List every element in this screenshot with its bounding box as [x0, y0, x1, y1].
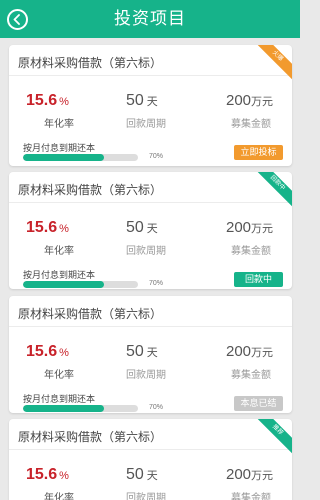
- raise-amount: 200万元: [226, 343, 273, 361]
- days-value: 50: [126, 92, 144, 109]
- project-title: 原材料采购借款（第六标）: [18, 56, 163, 70]
- repaying-button[interactable]: 回款中: [234, 272, 283, 287]
- rate-value: 15.6: [26, 92, 58, 109]
- app-header: 投资项目: [0, 0, 300, 38]
- progress-bar: [23, 405, 138, 412]
- rate-label: 年化率: [44, 493, 74, 500]
- repayment-period: 50 天: [126, 92, 158, 110]
- rate-unit: %: [59, 96, 69, 108]
- rate-value: 15.6: [26, 219, 58, 236]
- invest-now-button[interactable]: 立即投标: [234, 145, 283, 160]
- days-value: 50: [126, 219, 144, 236]
- days-unit: 天: [146, 347, 158, 359]
- rate-label: 年化率: [44, 370, 74, 381]
- amount-value: 200: [226, 219, 252, 236]
- card-divider: [9, 326, 292, 327]
- progress-percent: 70%: [149, 280, 164, 287]
- project-title: 原材料采购借款（第六标）: [18, 307, 163, 321]
- project-title: 原材料采购借款（第六标）: [18, 183, 163, 197]
- repayment-method: 按月付息到期还本: [23, 270, 96, 280]
- amount-unit: 万元: [251, 223, 274, 235]
- days-unit: 天: [146, 470, 158, 482]
- progress-percent: 70%: [149, 404, 164, 411]
- progress-bar: [23, 281, 138, 288]
- raise-amount: 200万元: [226, 92, 273, 110]
- repayment-method: 按月付息到期还本: [23, 394, 96, 404]
- amount-label: 募集金额: [231, 493, 271, 500]
- days-label: 回款周期: [126, 119, 166, 130]
- progress-bar: [23, 154, 138, 161]
- rate-unit: %: [59, 470, 69, 482]
- project-card[interactable]: 原材料采购借款（第六标） 15.6% 年化率 50 天 回款周期 200万元 募集…: [9, 296, 292, 413]
- project-card[interactable]: 原材料采购借款（第六标） 回款中 15.6% 年化率 50 天 回款周期 200万…: [9, 172, 292, 289]
- rate-label: 年化率: [44, 119, 74, 130]
- progress-percent: 70%: [149, 153, 164, 160]
- repayment-period: 50 天: [126, 219, 158, 237]
- amount-value: 200: [226, 343, 252, 360]
- rate-unit: %: [59, 223, 69, 235]
- days-value: 50: [126, 343, 144, 360]
- days-unit: 天: [146, 96, 158, 108]
- card-divider: [9, 449, 292, 450]
- annual-rate: 15.6%: [26, 92, 69, 110]
- progress-fill: [23, 281, 104, 288]
- card-divider: [9, 75, 292, 76]
- amount-unit: 万元: [251, 347, 274, 359]
- amount-unit: 万元: [251, 96, 274, 108]
- rate-value: 15.6: [26, 343, 58, 360]
- amount-value: 200: [226, 466, 252, 483]
- annual-rate: 15.6%: [26, 219, 69, 237]
- annual-rate: 15.6%: [26, 343, 69, 361]
- card-divider: [9, 202, 292, 203]
- project-card[interactable]: 原材料采购借款（第六标） 推荐 15.6% 年化率 50 天 回款周期 200万元…: [9, 419, 292, 500]
- page-title: 投资项目: [114, 9, 186, 28]
- days-unit: 天: [146, 223, 158, 235]
- amount-label: 募集金额: [231, 119, 271, 130]
- raise-amount: 200万元: [226, 466, 273, 484]
- amount-label: 募集金额: [231, 370, 271, 381]
- progress-fill: [23, 405, 104, 412]
- project-title: 原材料采购借款（第六标）: [18, 430, 163, 444]
- status-ribbon: 火爆: [251, 45, 292, 82]
- status-ribbon: 推荐: [251, 419, 292, 456]
- settled-button[interactable]: 本息已结: [234, 396, 283, 411]
- rate-unit: %: [59, 347, 69, 359]
- status-ribbon: 回款中: [251, 172, 292, 209]
- amount-value: 200: [226, 92, 252, 109]
- annual-rate: 15.6%: [26, 466, 69, 484]
- days-label: 回款周期: [126, 370, 166, 381]
- repayment-period: 50 天: [126, 466, 158, 484]
- repayment-method: 按月付息到期还本: [23, 143, 96, 153]
- amount-label: 募集金额: [231, 246, 271, 257]
- repayment-period: 50 天: [126, 343, 158, 361]
- days-label: 回款周期: [126, 493, 166, 500]
- rate-value: 15.6: [26, 466, 58, 483]
- progress-fill: [23, 154, 104, 161]
- raise-amount: 200万元: [226, 219, 273, 237]
- project-card[interactable]: 原材料采购借款（第六标） 火爆 15.6% 年化率 50 天 回款周期 200万元…: [9, 45, 292, 166]
- days-label: 回款周期: [126, 246, 166, 257]
- amount-unit: 万元: [251, 470, 274, 482]
- rate-label: 年化率: [44, 246, 74, 257]
- days-value: 50: [126, 466, 144, 483]
